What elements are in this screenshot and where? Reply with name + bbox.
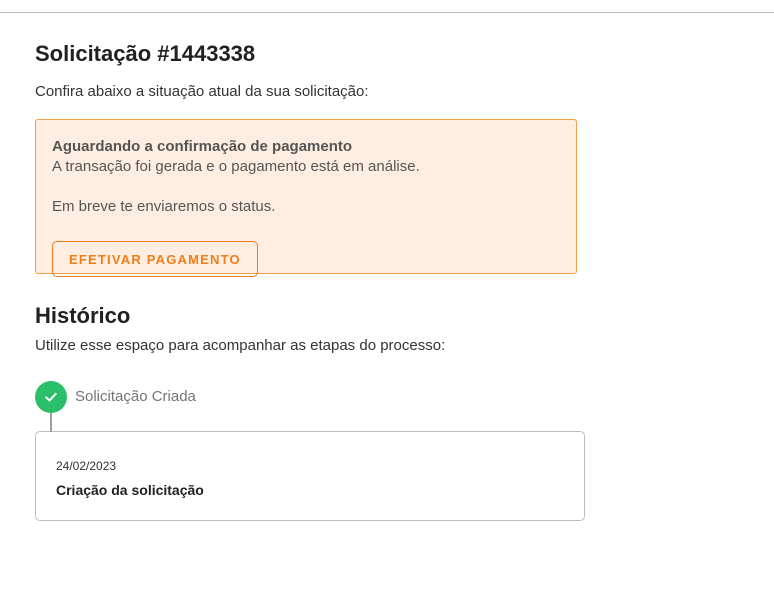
history-subtitle: Utilize esse espaço para acompanhar as e… (35, 337, 446, 354)
efetivar-pagamento-button[interactable]: EFETIVAR PAGAMENTO (52, 241, 258, 277)
timeline-connector (50, 413, 52, 432)
page-title: Solicitação #1443338 (35, 41, 256, 66)
step-detail-card: 24/02/2023 Criação da solicitação (35, 431, 585, 521)
top-divider (0, 12, 774, 13)
check-icon (35, 381, 67, 413)
alert-note: Em breve te enviaremos o status. (52, 198, 276, 215)
step-date: 24/02/2023 (56, 459, 117, 473)
alert-message: A transação foi gerada e o pagamento est… (52, 158, 420, 175)
request-detail: Solicitação #1443338 Confira abaixo a si… (35, 40, 735, 521)
timeline-step: Solicitação Criada (35, 381, 735, 413)
payment-status-alert: Aguardando a confirmação de pagamento A … (35, 119, 577, 277)
alert-title: Aguardando a confirmação de pagamento (52, 138, 353, 155)
history-timeline: Solicitação Criada 24/02/2023 Criação da… (35, 381, 735, 521)
step-description: Criação da solicitação (56, 482, 204, 498)
page-subtitle: Confira abaixo a situação atual da sua s… (35, 83, 369, 100)
history-title: Histórico (35, 303, 131, 328)
step-label: Solicitação Criada (75, 388, 196, 405)
